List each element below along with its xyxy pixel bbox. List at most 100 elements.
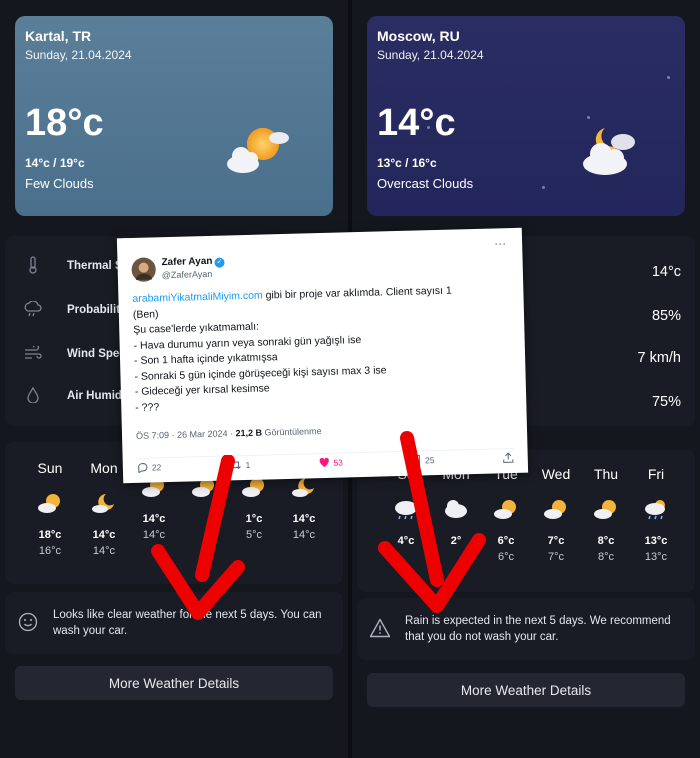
forecast-low: 16°c	[38, 545, 62, 557]
moon-cloud-icon	[292, 478, 314, 497]
wind-icon	[23, 343, 43, 363]
forecast-low: 13°c	[644, 551, 668, 563]
current-weather-card: Kartal, TR Sunday, 21.04.2024 18°c 14°c …	[15, 16, 333, 216]
forecast-high: 4°c	[397, 535, 415, 547]
tweet-meta: ÖS 7:09 · 26 Mar 2024 · 21,2 B Görüntüle…	[136, 426, 322, 441]
more-options-icon[interactable]: ···	[494, 236, 506, 250]
advice-text: Looks like clear weather for the next 5 …	[53, 609, 322, 637]
tweet-text: arabamiYikatmaliMiyim.com gibi bir proje…	[132, 282, 505, 416]
warning-icon	[369, 618, 391, 640]
date: Sunday, 21.04.2024	[377, 48, 484, 62]
more-weather-details-button[interactable]: More Weather Details	[367, 673, 685, 707]
min-max-temperature: 14°c / 19°c	[25, 156, 85, 170]
tweet-actions: 22 1 53 25	[136, 448, 514, 473]
detail-label: Probability	[67, 304, 127, 316]
current-weather-card: Moscow, RU Sunday, 21.04.2024 14°c 13°c …	[367, 16, 685, 216]
forecast-low: 5°c	[245, 529, 263, 541]
cloud-icon	[445, 500, 467, 518]
forecast-day-name: Mon	[90, 460, 118, 476]
min-max-temperature: 13°c / 16°c	[377, 156, 437, 170]
forecast-high: 8°c	[597, 535, 615, 547]
forecast-day-name: Thu	[593, 466, 619, 482]
more-weather-details-button[interactable]: More Weather Details	[15, 666, 333, 700]
forecast-day-name: Sun	[37, 460, 63, 476]
forecast-low: 8°c	[597, 551, 615, 563]
retweet-count: 1	[245, 459, 251, 470]
bookmark-icon	[411, 454, 421, 466]
verified-badge-icon: ✓	[214, 257, 225, 268]
weather-condition: Few Clouds	[25, 176, 94, 191]
forecast-day: Thu 8°c 8°c	[581, 466, 631, 563]
forecast-high: 14°c	[92, 529, 116, 541]
tweet-author-handle[interactable]: @ZaferAyan	[162, 269, 213, 280]
forecast-low: 7°c	[547, 551, 565, 563]
current-temperature: 14°c	[377, 102, 456, 144]
car-wash-advice: Rain is expected in the next 5 days. We …	[357, 598, 695, 660]
current-temperature: 18°c	[25, 102, 104, 144]
detail-value: 75%	[651, 394, 681, 410]
car-wash-advice: Looks like clear weather for the next 5 …	[5, 592, 343, 654]
like-button[interactable]: 53	[318, 457, 344, 468]
detail-value: 85%	[651, 308, 681, 324]
bookmark-button[interactable]: 25	[411, 454, 435, 466]
forecast-high: 18°c	[38, 529, 62, 541]
cloud-rain-icon	[23, 299, 43, 320]
forecast-low: 14°c	[142, 529, 166, 541]
detail-value: 7 km/h	[637, 350, 681, 366]
droplet-icon	[23, 386, 43, 406]
date: Sunday, 21.04.2024	[25, 48, 132, 62]
detail-label: Thermal S	[67, 260, 123, 272]
tweet-author-name[interactable]: Zafer Ayan ✓	[161, 255, 225, 270]
forecast-day-name: Wed	[541, 466, 571, 482]
forecast-low: 14°c	[92, 545, 116, 557]
sun-cloud-icon	[494, 500, 516, 519]
sun-cloud-icon	[38, 494, 60, 513]
tweet-link[interactable]: arabamiYikatmaliMiyim.com	[132, 290, 263, 305]
forecast-low: 6°c	[497, 551, 515, 563]
forecast-low: 14°c	[292, 529, 316, 541]
forecast-day: Fri 13°c 13°c	[631, 466, 681, 563]
reply-count: 22	[151, 461, 162, 473]
bookmark-count: 25	[424, 454, 435, 465]
forecast-high: 14°c	[142, 513, 166, 525]
forecast-high: 14°c	[292, 513, 316, 525]
moon-cloud-icon	[583, 128, 635, 175]
thermometer-icon	[23, 255, 43, 277]
forecast-day-name: Fri	[647, 466, 665, 482]
share-icon	[503, 452, 514, 463]
detail-value: 14°c	[651, 264, 681, 280]
avatar[interactable]	[131, 257, 157, 282]
sun-cloud-icon	[594, 500, 616, 519]
forecast-day: Mon 2°	[431, 466, 481, 551]
weather-condition: Overcast Clouds	[377, 176, 474, 191]
author-name-text: Zafer Ayan	[161, 255, 213, 269]
like-count: 53	[333, 457, 344, 468]
forecast-high: 7°c	[547, 535, 565, 547]
forecast-day: Su 4°c	[381, 466, 431, 551]
tweet-timestamp[interactable]: ÖS 7:09 · 26 Mar 2024 ·	[136, 428, 236, 441]
forecast-high: 13°c	[644, 535, 668, 547]
share-button[interactable]	[503, 452, 514, 463]
forecast-day: Sun 18°c 16°c	[25, 460, 75, 557]
sun-cloud-icon	[544, 500, 566, 519]
forecast-day: Wed 7°c 7°c	[531, 466, 581, 563]
city-name: Moscow, RU	[377, 28, 460, 44]
retweet-button[interactable]: 1	[229, 459, 251, 470]
city-name: Kartal, TR	[25, 28, 92, 44]
tweet-card: Zafer Ayan ✓ @ZaferAyan ··· arabamiYikatm…	[116, 227, 529, 484]
reply-icon	[138, 463, 148, 473]
retweet-icon	[230, 460, 241, 470]
reply-button[interactable]: 22	[137, 461, 162, 473]
smile-icon	[17, 612, 39, 634]
forecast-day: Tue 6°c 6°c	[481, 466, 531, 563]
rain-cloud-icon	[645, 500, 665, 520]
forecast-high: 1°c	[245, 513, 263, 525]
heart-icon	[319, 457, 329, 468]
advice-text: Rain is expected in the next 5 days. We …	[405, 615, 671, 643]
sun-cloud-icon	[227, 128, 289, 173]
forecast-high: 6°c	[497, 535, 515, 547]
forecast-day: Mon 14°c 14°c	[79, 460, 129, 557]
tweet-views-label: Görüntülenme	[261, 426, 322, 438]
forecast-high: 2°	[450, 535, 462, 547]
tweet-views-count: 21,2 B	[235, 427, 263, 439]
